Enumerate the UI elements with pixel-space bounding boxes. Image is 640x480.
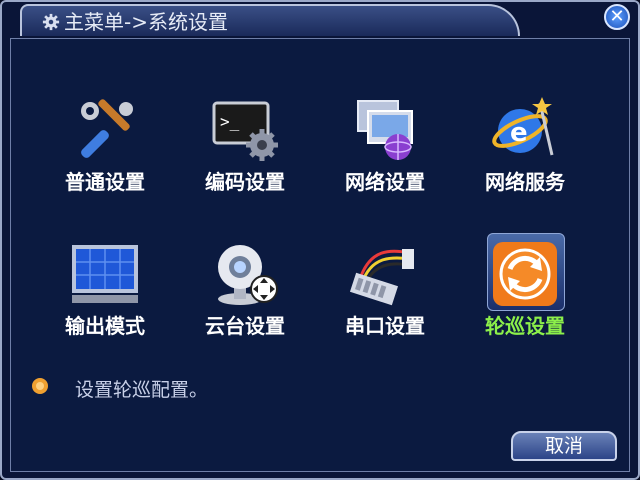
main-panel: 普通设置 >_ 编码设置 网络设置 e 网络服务 输出模式 云台设置 串口设置 … xyxy=(10,38,630,472)
title-bar: 主菜单->系统设置 ✕ xyxy=(2,2,638,38)
description-text: 设置轮巡配置。 xyxy=(75,379,209,401)
menu-item-ptz[interactable]: 云台设置 xyxy=(185,239,305,349)
menu-item-network[interactable]: 网络设置 xyxy=(325,95,445,205)
title-tab: 主菜单->系统设置 xyxy=(20,4,520,36)
menu-item-label: 网络设置 xyxy=(345,170,425,194)
monitor-grid-icon xyxy=(72,245,138,303)
internet-globe-icon: e xyxy=(492,97,554,156)
svg-text:e: e xyxy=(510,118,528,148)
window-title: 主菜单->系统设置 xyxy=(42,10,228,34)
menu-item-label: 串口设置 xyxy=(345,314,425,338)
menu-item-net-service[interactable]: e 网络服务 xyxy=(465,95,585,205)
serial-cable-icon xyxy=(350,249,414,306)
tour-refresh-icon xyxy=(493,242,557,306)
cancel-button[interactable]: 取消 xyxy=(511,431,617,461)
terminal-gear-icon: >_ xyxy=(212,101,278,161)
network-monitor-icon xyxy=(357,100,413,160)
tools-icon xyxy=(81,99,133,158)
menu-item-label: 输出模式 xyxy=(65,314,145,338)
close-icon: ✕ xyxy=(609,6,625,27)
menu-item-label: 云台设置 xyxy=(205,314,285,338)
menu-item-general[interactable]: 普通设置 xyxy=(45,95,165,205)
menu-item-output-mode[interactable]: 输出模式 xyxy=(45,239,165,349)
window-title-text: 主菜单->系统设置 xyxy=(64,10,228,34)
menu-item-label: 轮巡设置 xyxy=(485,314,565,338)
menu-item-label: 编码设置 xyxy=(205,170,285,194)
ptz-camera-icon xyxy=(218,245,278,305)
gear-icon xyxy=(42,13,60,31)
hint-bullet-icon xyxy=(32,378,48,394)
menu-item-label: 网络服务 xyxy=(485,170,565,194)
menu-item-label: 普通设置 xyxy=(65,170,145,194)
menu-item-encode[interactable]: >_ 编码设置 xyxy=(185,95,305,205)
close-button[interactable]: ✕ xyxy=(604,4,630,30)
menu-item-tour[interactable]: 轮巡设置 xyxy=(465,233,585,349)
system-settings-window: 主菜单->系统设置 ✕ 普通设置 >_ 编码设置 网络设置 e 网络服务 输出模… xyxy=(0,0,640,480)
menu-item-serial[interactable]: 串口设置 xyxy=(325,239,445,349)
svg-text:>_: >_ xyxy=(220,112,240,131)
